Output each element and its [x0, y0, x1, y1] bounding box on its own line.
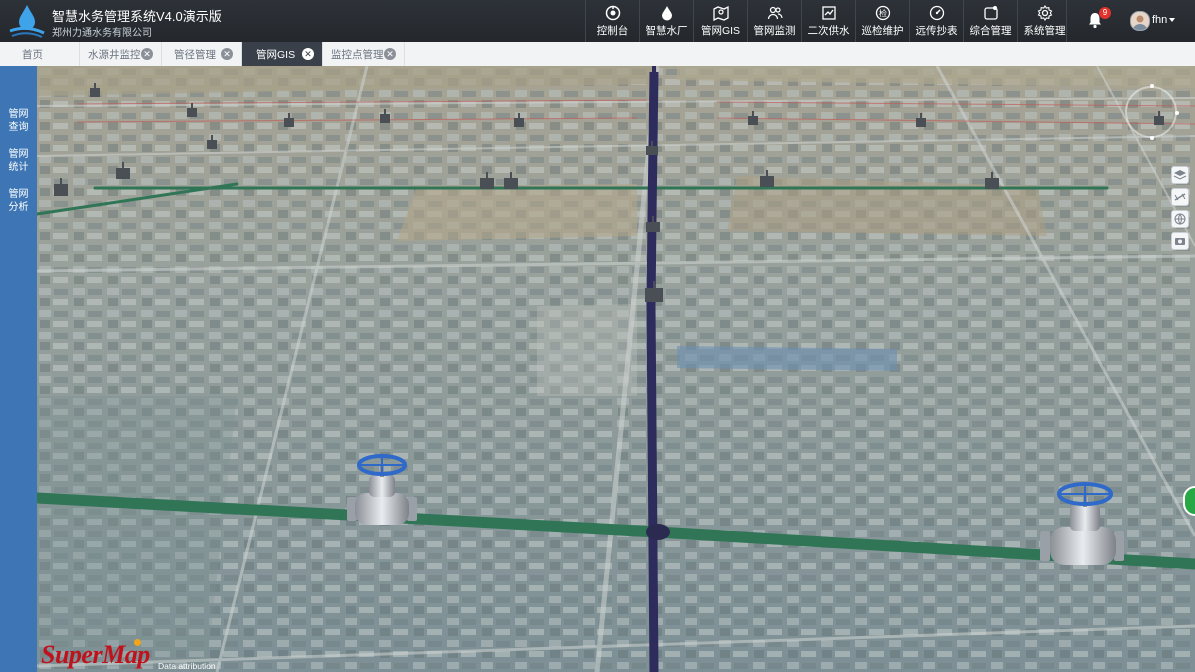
water-supply-icon: [821, 5, 836, 20]
compass-marker: [1150, 136, 1154, 140]
users-icon: [767, 6, 783, 19]
map-icon: [712, 5, 729, 21]
close-icon[interactable]: ✕: [384, 48, 396, 60]
user-icon: [1133, 15, 1147, 30]
avatar[interactable]: [1130, 11, 1150, 31]
sidebar-item-label: 管网: [8, 109, 29, 120]
nav-label: 综合管理: [969, 24, 1012, 37]
sidebar-item-label: 分析: [8, 202, 29, 213]
inspection-icon: 检: [875, 5, 890, 20]
tab-bar: 首页 水源井监控 ✕ 管径管理 ✕ 管网GIS ✕ 监控点管理 ✕: [0, 42, 1195, 67]
supermap-logo: SuperMap: [41, 640, 150, 669]
tab-pipe-gis[interactable]: 管网GIS ✕: [242, 42, 323, 66]
green-status-icon[interactable]: [1183, 486, 1195, 516]
sidebar-item-label: 管网: [8, 189, 29, 200]
tab-well-monitor[interactable]: 水源井监控 ✕: [80, 42, 162, 66]
globe-icon[interactable]: [1171, 210, 1189, 228]
nav-inspection[interactable]: 检 巡检维护: [855, 0, 909, 42]
water-drop-icon: [661, 5, 672, 20]
nav-integrated-mgmt[interactable]: 综合管理: [963, 0, 1017, 42]
nav-label: 管网监测: [753, 24, 796, 37]
close-icon[interactable]: ✕: [302, 48, 314, 60]
sidebar-item-label: 查询: [8, 122, 29, 133]
logo-icon: [9, 5, 45, 38]
nav-secondary-supply[interactable]: 二次供水: [801, 0, 855, 42]
management-icon: [983, 5, 998, 20]
nav-label: 二次供水: [807, 24, 850, 37]
nav-label: 远传抄表: [915, 24, 958, 37]
tab-diameter-mgmt[interactable]: 管径管理 ✕: [162, 42, 242, 66]
tab-home[interactable]: 首页: [0, 42, 80, 66]
tab-label: 监控点管理: [331, 48, 384, 61]
nav-pipe-monitor[interactable]: 管网监测: [747, 0, 801, 42]
nav-dashboard[interactable]: 控制台: [585, 0, 639, 42]
svg-text:检: 检: [879, 8, 887, 18]
chevron-down-icon[interactable]: [1169, 18, 1175, 22]
username[interactable]: fhn: [1152, 14, 1167, 26]
meter-icon: [929, 5, 944, 20]
nav-divider: [1066, 0, 1067, 42]
sidebar-item-label: 管网: [8, 149, 29, 160]
gear-icon: [1037, 4, 1052, 21]
nav-system-mgmt[interactable]: 系统管理: [1017, 0, 1071, 42]
data-attribution-link[interactable]: Data attribution: [158, 661, 216, 671]
nav-label: 控制台: [596, 24, 629, 37]
dashboard-icon: [605, 5, 620, 20]
tab-label: 水源井监控: [88, 48, 141, 61]
close-icon[interactable]: ✕: [141, 48, 153, 60]
nav-label: 管网GIS: [700, 24, 741, 37]
nav-smart-plant[interactable]: 智慧水厂: [639, 0, 693, 42]
compass-marker: [1150, 84, 1154, 88]
measure-icon[interactable]: [1171, 188, 1189, 206]
main-nav: 控制台 智慧水厂 管网GIS 管网监测 二次供水 检 巡检维护 远传抄表 综合管: [585, 0, 1071, 42]
map-scene: [37, 66, 1195, 672]
layers-icon[interactable]: [1171, 166, 1189, 184]
tab-label: 管网GIS: [256, 48, 296, 61]
sidebar-item-pipe-query[interactable]: 管网 查询: [0, 108, 37, 134]
nav-label: 巡检维护: [861, 24, 904, 37]
nav-remote-meter[interactable]: 远传抄表: [909, 0, 963, 42]
logo-dot: [134, 639, 141, 646]
compass-control[interactable]: [1125, 84, 1179, 140]
nav-label: 系统管理: [1023, 24, 1066, 37]
top-header: 智慧水务管理系统V4.0演示版 郑州力通水务有限公司 控制台 智慧水厂 管网GI…: [0, 0, 1195, 42]
nav-label: 智慧水厂: [645, 24, 688, 37]
left-sidebar: 管网 查询 管网 统计 管网 分析: [0, 66, 37, 672]
tab-label: 首页: [22, 48, 43, 61]
map-3d-view[interactable]: SuperMap Data attribution: [37, 66, 1195, 672]
notification-badge: 9: [1099, 7, 1111, 19]
sidebar-item-pipe-analysis[interactable]: 管网 分析: [0, 188, 37, 214]
sidebar-item-pipe-stats[interactable]: 管网 统计: [0, 148, 37, 174]
company-name: 郑州力通水务有限公司: [52, 28, 152, 39]
close-icon[interactable]: ✕: [221, 48, 233, 60]
sidebar-item-label: 统计: [8, 162, 29, 173]
camera-icon[interactable]: [1171, 232, 1189, 250]
app-title: 智慧水务管理系统V4.0演示版: [52, 9, 222, 24]
tab-monitor-points[interactable]: 监控点管理 ✕: [323, 42, 405, 66]
compass-marker: [1175, 111, 1179, 115]
tab-label: 管径管理: [174, 48, 216, 61]
nav-pipe-gis[interactable]: 管网GIS: [693, 0, 747, 42]
